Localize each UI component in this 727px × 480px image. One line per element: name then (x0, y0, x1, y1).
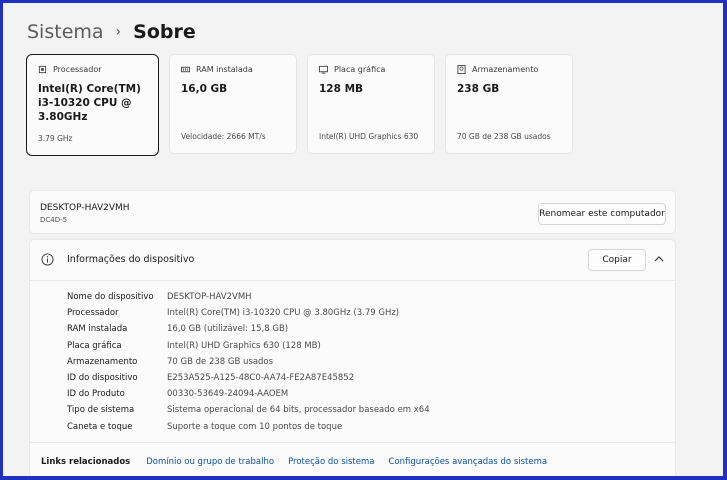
rename-computer-button[interactable]: Renomear este computador (538, 203, 666, 225)
card-processor[interactable]: Processador Intel(R) Core(TM) i3-10320 C… (26, 54, 159, 156)
card-label: Placa gráfica (319, 65, 423, 74)
spec-value: 00330-53649-24094-AAOEM (167, 389, 289, 400)
card-ram[interactable]: RAM instalada 16,0 GB Velocidade: 2666 M… (169, 54, 297, 154)
storage-icon (457, 65, 466, 74)
card-label: Armazenamento (457, 65, 561, 74)
spec-value: 70 GB de 238 GB usados (167, 356, 274, 367)
spec-row: Tipo de sistema Sistema operacional de 6… (67, 402, 430, 418)
spec-row: Nome do dispositivo DESKTOP-HAV2VMH (67, 289, 430, 305)
spec-label: ID do dispositivo (67, 373, 138, 384)
link-advanced-settings[interactable]: Configurações avançadas do sistema (388, 457, 547, 467)
spec-cards: Processador Intel(R) Core(TM) i3-10320 C… (26, 54, 573, 156)
device-spec-table: Nome do dispositivo DESKTOP-HAV2VMH Proc… (67, 289, 430, 435)
spec-row: Armazenamento 70 GB de 238 GB usados (67, 354, 430, 370)
card-sub: 3.79 GHz (38, 134, 73, 143)
spec-row: Caneta e toque Suporte a toque com 10 po… (67, 419, 430, 435)
device-code: DC4D-5 (40, 216, 68, 224)
spec-label: Processador (67, 308, 119, 319)
card-label-text: RAM instalada (196, 65, 253, 74)
spec-row: Processador Intel(R) Core(TM) i3-10320 C… (67, 305, 430, 321)
related-links-title: Links relacionados (41, 456, 131, 467)
spec-value: DESKTOP-HAV2VMH (167, 292, 252, 303)
chevron-up-icon[interactable] (654, 255, 664, 263)
settings-window: Sistema › Sobre Processador Intel(R) Cor… (0, 0, 727, 480)
device-name-panel: DESKTOP-HAV2VMH DC4D-5 Renomear este com… (29, 190, 676, 234)
card-label: Processador (38, 65, 147, 74)
device-info-header[interactable]: Informações do dispositivo Copiar (30, 240, 675, 280)
spec-value: Intel(R) UHD Graphics 630 (128 MB) (167, 340, 321, 351)
processor-icon (38, 65, 47, 74)
ram-icon (181, 66, 190, 73)
card-value: 16,0 GB (181, 83, 228, 95)
divider (30, 280, 675, 281)
card-sub: Intel(R) UHD Graphics 630 (319, 132, 419, 141)
card-sub: 70 GB de 238 GB usados (457, 132, 551, 141)
spec-value: 16,0 GB (utilizável: 15,8 GB) (167, 324, 289, 335)
spec-label: Caneta e toque (67, 421, 133, 432)
spec-label: RAM instalada (67, 324, 128, 335)
spec-value: E253A525-A125-48C0-AA74-FE2A87E45852 (167, 373, 355, 384)
spec-label: Armazenamento (67, 356, 138, 367)
link-system-protection[interactable]: Proteção do sistema (288, 457, 374, 467)
card-value: 128 MB (319, 83, 364, 95)
card-value: Intel(R) Core(TM) i3-10320 CPU @ 3.80GHz (38, 83, 141, 123)
link-domain-workgroup[interactable]: Domínio ou grupo de trabalho (146, 457, 274, 467)
card-storage[interactable]: Armazenamento 238 GB 70 GB de 238 GB usa… (445, 54, 573, 154)
spec-value: Intel(R) Core(TM) i3-10320 CPU @ 3.80GHz… (167, 308, 400, 319)
breadcrumb: Sistema › Sobre (27, 21, 196, 43)
spec-label: ID do Produto (67, 389, 125, 400)
chevron-right-icon: › (115, 24, 122, 40)
device-info-panel: Informações do dispositivo Copiar Nome d… (29, 239, 676, 476)
card-sub: Velocidade: 2666 MT/s (181, 132, 266, 141)
page-title: Sobre (133, 21, 196, 43)
card-graphics[interactable]: Placa gráfica 128 MB Intel(R) UHD Graphi… (307, 54, 435, 154)
breadcrumb-sistema[interactable]: Sistema (27, 21, 104, 43)
info-icon (41, 253, 54, 266)
card-value: 238 GB (457, 83, 500, 95)
related-links-bar: Links relacionados Domínio ou grupo de t… (30, 442, 675, 476)
card-label-text: Armazenamento (472, 65, 539, 74)
spec-row: RAM instalada 16,0 GB (utilizável: 15,8 … (67, 321, 430, 337)
spec-row: Placa gráfica Intel(R) UHD Graphics 630 … (67, 338, 430, 354)
spec-row: ID do dispositivo E253A525-A125-48C0-AA7… (67, 370, 430, 386)
card-label-text: Placa gráfica (334, 65, 386, 74)
device-info-title: Informações do dispositivo (67, 254, 195, 265)
spec-value: Suporte a toque com 10 pontos de toque (167, 421, 343, 432)
graphics-card-icon (319, 65, 328, 74)
device-name: DESKTOP-HAV2VMH (40, 203, 130, 213)
card-label-text: Processador (53, 65, 102, 74)
spec-label: Placa gráfica (67, 340, 122, 351)
copy-button[interactable]: Copiar (588, 249, 646, 271)
spec-value: Sistema operacional de 64 bits, processa… (167, 405, 430, 416)
spec-label: Nome do dispositivo (67, 292, 154, 303)
spec-row: ID do Produto 00330-53649-24094-AAOEM (67, 386, 430, 402)
spec-label: Tipo de sistema (67, 405, 135, 416)
card-label: RAM instalada (181, 65, 285, 74)
